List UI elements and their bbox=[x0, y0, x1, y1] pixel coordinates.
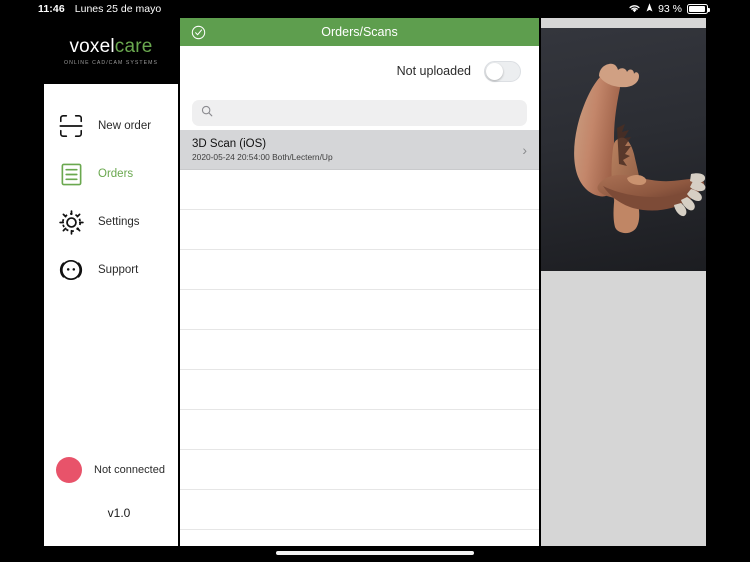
battery-percent: 93 % bbox=[658, 3, 682, 15]
table-row[interactable]: 3D Scan (iOS) 2020-05-24 20:54:00 Both/L… bbox=[180, 130, 539, 170]
connection-status[interactable]: Not connected bbox=[44, 448, 178, 492]
3d-model-viewer[interactable] bbox=[541, 28, 706, 271]
headset-face-icon bbox=[56, 255, 86, 285]
location-icon bbox=[646, 2, 653, 16]
row-subtitle: 2020-05-24 20:54:00 Both/Lectern/Up bbox=[192, 151, 333, 162]
sidebar-item-label: Support bbox=[98, 264, 139, 276]
table-row[interactable] bbox=[180, 250, 539, 290]
not-uploaded-toggle[interactable] bbox=[484, 60, 521, 82]
chevron-right-icon[interactable]: › bbox=[522, 143, 527, 157]
status-bar-right: 93 % bbox=[628, 2, 710, 16]
orders-list[interactable]: 3D Scan (iOS) 2020-05-24 20:54:00 Both/L… bbox=[180, 130, 539, 546]
table-row[interactable] bbox=[180, 490, 539, 530]
search-icon bbox=[201, 104, 213, 122]
not-uploaded-filter: Not uploaded bbox=[180, 46, 539, 96]
page-title: Orders/Scans bbox=[321, 25, 398, 39]
viewer-bottom-spacer bbox=[541, 271, 706, 546]
sidebar-item-support[interactable]: Support bbox=[44, 246, 178, 294]
search-box[interactable] bbox=[192, 100, 527, 126]
panel-header: Orders/Scans bbox=[180, 18, 539, 46]
wifi-icon bbox=[628, 3, 641, 16]
logo-tagline: ONLINE CAD/CAM SYSTEMS bbox=[63, 59, 158, 66]
table-row[interactable] bbox=[180, 210, 539, 250]
status-indicator-dot bbox=[56, 457, 82, 483]
list-document-icon bbox=[56, 159, 86, 189]
table-row[interactable] bbox=[180, 450, 539, 490]
not-uploaded-label: Not uploaded bbox=[396, 64, 471, 78]
status-bar-left: 11:46 Lunes 25 de mayo bbox=[38, 3, 161, 15]
viewer-top-spacer bbox=[541, 18, 706, 28]
logo-word-primary: voxel bbox=[69, 35, 115, 57]
sidebar-footer: Not connected v1.0 bbox=[44, 448, 178, 546]
row-title: 3D Scan (iOS) bbox=[192, 137, 267, 150]
app-logo: voxelcare ONLINE CAD/CAM SYSTEMS bbox=[44, 18, 178, 84]
table-row[interactable] bbox=[180, 330, 539, 370]
sidebar-nav: New order Orders Settings Support bbox=[44, 84, 178, 294]
table-row[interactable] bbox=[180, 290, 539, 330]
sidebar-item-settings[interactable]: Settings bbox=[44, 198, 178, 246]
logo-wordmark: voxelcare bbox=[69, 37, 152, 56]
gear-icon bbox=[56, 207, 86, 237]
sidebar-item-orders[interactable]: Orders bbox=[44, 150, 178, 198]
status-time: 11:46 bbox=[38, 3, 65, 15]
battery-icon bbox=[687, 4, 710, 14]
status-date: Lunes 25 de mayo bbox=[74, 3, 162, 15]
sidebar-item-label: Settings bbox=[98, 216, 140, 228]
sidebar: New order Orders Settings Support Not co… bbox=[44, 84, 178, 546]
scan-frame-icon bbox=[56, 111, 86, 141]
table-row[interactable] bbox=[180, 170, 539, 210]
search-input[interactable] bbox=[220, 107, 527, 119]
sidebar-item-new-order[interactable]: New order bbox=[44, 102, 178, 150]
row-text: 3D Scan (iOS) 2020-05-24 20:54:00 Both/L… bbox=[192, 138, 333, 162]
sidebar-item-label: New order bbox=[98, 120, 152, 132]
home-indicator[interactable] bbox=[276, 551, 474, 555]
3d-foot-scan-model bbox=[574, 63, 706, 234]
status-bar: 11:46 Lunes 25 de mayo 93 % bbox=[0, 0, 750, 18]
check-circle-icon[interactable] bbox=[191, 25, 206, 40]
table-row[interactable] bbox=[180, 370, 539, 410]
table-row[interactable] bbox=[180, 410, 539, 450]
connection-status-label: Not connected bbox=[94, 464, 165, 476]
sidebar-item-label: Orders bbox=[98, 168, 134, 180]
toggle-knob bbox=[486, 62, 503, 80]
search-bar bbox=[180, 96, 539, 130]
logo-word-accent: care bbox=[114, 35, 153, 57]
device-screen: 11:46 Lunes 25 de mayo 93 % voxelcare ON… bbox=[0, 0, 750, 562]
app-version: v1.0 bbox=[107, 506, 131, 520]
main-panel: Orders/Scans Not uploaded 3D Scan (iOS) … bbox=[180, 18, 539, 546]
